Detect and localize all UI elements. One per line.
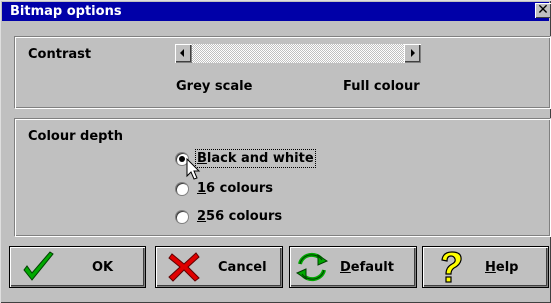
mouse-pointer-icon (186, 158, 201, 180)
reset-arrows-icon (295, 252, 329, 282)
title-bar[interactable]: Bitmap options ✕ (2, 2, 551, 21)
radio-label: Black and white (195, 149, 316, 168)
default-button[interactable]: Default (289, 246, 417, 288)
dialog-title: Bitmap options (10, 4, 122, 19)
contrast-scrollbar[interactable] (175, 44, 421, 63)
scroll-left-button[interactable] (175, 44, 192, 63)
contrast-group: Contrast Grey scale Full colour (14, 36, 551, 109)
ok-label: OK (92, 260, 114, 275)
bitmap-options-dialog: Bitmap options ✕ Contrast Grey scale Ful… (0, 0, 551, 303)
close-icon: ✕ (537, 2, 549, 18)
ok-button[interactable]: OK (9, 246, 146, 288)
radio-button[interactable] (176, 183, 188, 195)
question-mark-icon (441, 251, 462, 283)
checkmark-icon (23, 251, 54, 281)
contrast-label: Contrast (28, 47, 92, 62)
help-label: Help (485, 260, 519, 275)
radio-label: 256 colours (197, 209, 283, 224)
colour-depth-label: Colour depth (28, 129, 123, 144)
scroll-right-button[interactable] (404, 44, 421, 63)
x-icon (168, 252, 200, 282)
help-button[interactable]: Help (422, 246, 549, 288)
cancel-button[interactable]: Cancel (155, 246, 283, 288)
arrow-right-icon (411, 49, 415, 57)
radio-button[interactable] (176, 211, 188, 223)
colour-depth-group: Colour depth Black and white 16 colours … (14, 118, 551, 237)
close-button[interactable]: ✕ (535, 3, 551, 18)
arrow-left-icon (180, 49, 184, 57)
grey-scale-label: Grey scale (176, 79, 253, 94)
radio-label: 16 colours (197, 181, 274, 196)
default-label: Default (340, 260, 394, 275)
full-colour-label: Full colour (343, 79, 420, 94)
cancel-label: Cancel (218, 260, 267, 275)
